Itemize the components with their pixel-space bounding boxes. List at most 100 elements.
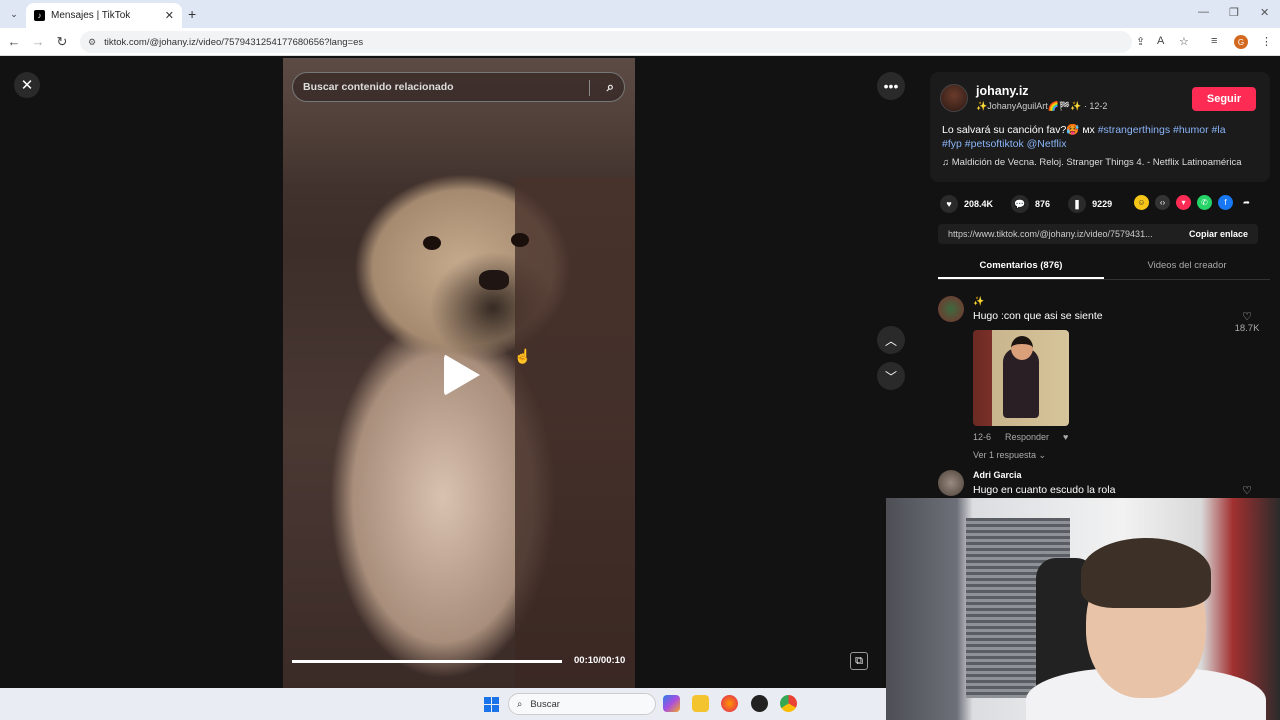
picture-in-picture-icon[interactable]: ⧉ bbox=[850, 652, 868, 670]
search-icon[interactable]: ⌕ bbox=[607, 79, 614, 95]
tab-comments[interactable]: Comentarios (876) bbox=[938, 256, 1104, 279]
tab-creator-videos[interactable]: Videos del creador bbox=[1104, 256, 1270, 279]
back-icon[interactable]: ← bbox=[6, 34, 22, 49]
follow-button[interactable]: Seguir bbox=[1192, 87, 1256, 111]
chrome-icon[interactable] bbox=[780, 695, 797, 712]
bookmark-star-icon[interactable]: ☆ bbox=[1179, 35, 1189, 48]
comment-icon[interactable]: 💬 bbox=[1011, 195, 1030, 213]
browser-toolbar: ← → ↻ ⚙ tiktok.com/@johany.iz/video/7579… bbox=[0, 28, 1280, 56]
window-close-icon[interactable]: ✕ bbox=[1260, 6, 1269, 19]
author-avatar[interactable] bbox=[940, 84, 968, 112]
comment-like[interactable]: ♡ 18.7K bbox=[1232, 310, 1262, 334]
comment-item: ✨ Hugo :con que asi se siente ♡ 18.7K 12… bbox=[938, 296, 1270, 466]
bookmark-icon[interactable]: ❚ bbox=[1068, 195, 1087, 213]
heart-icon[interactable]: ♥ bbox=[940, 195, 958, 213]
browser-menu-icon[interactable]: ⋮ bbox=[1261, 35, 1272, 48]
translate-icon[interactable]: A bbox=[1157, 35, 1164, 47]
search-divider bbox=[589, 80, 590, 96]
music-link[interactable]: ♫ Maldición de Vecna. Reloj. Stranger Th… bbox=[942, 157, 1242, 168]
comment-heart-icon[interactable]: ♡ bbox=[1232, 484, 1262, 497]
file-explorer-icon[interactable] bbox=[692, 695, 709, 712]
restore-icon[interactable]: ❐ bbox=[1229, 6, 1239, 19]
share-url: https://www.tiktok.com/@johany.iz/video/… bbox=[948, 229, 1153, 239]
video-description: Lo salvará su canción fav?🥵 ᴍx #stranger… bbox=[942, 123, 1262, 151]
dog-nose bbox=[479, 270, 509, 290]
gif-head bbox=[1011, 336, 1033, 360]
send-icon[interactable]: ▾ bbox=[1176, 195, 1191, 210]
save-stat[interactable]: ❚ 9229 bbox=[1068, 195, 1112, 213]
obs-icon[interactable] bbox=[751, 695, 768, 712]
windows-start-icon[interactable] bbox=[484, 697, 499, 712]
install-app-icon[interactable]: ⇪ bbox=[1136, 35, 1145, 48]
like-count: 208.4K bbox=[964, 199, 994, 209]
comment-date: 12-6 bbox=[973, 432, 992, 442]
copilot-icon[interactable] bbox=[663, 695, 680, 712]
description-text: Lo salvará su canción fav?🥵 ᴍx bbox=[942, 124, 1098, 136]
commenter-avatar[interactable] bbox=[938, 470, 964, 496]
taskbar-search-label: Buscar bbox=[530, 698, 560, 710]
comment-heart-icon[interactable]: ♡ bbox=[1232, 310, 1262, 323]
description-tags-line2[interactable]: #fyp #petsoftiktok @Netflix bbox=[942, 138, 1066, 150]
previous-video-button[interactable]: ︿ bbox=[877, 326, 905, 354]
author-subtitle: ✨JohanyAguilArt🌈🏁✨ · 12-2 bbox=[976, 101, 1108, 111]
video-progress-bar[interactable] bbox=[292, 660, 562, 663]
commenter-name[interactable]: ✨ bbox=[973, 296, 984, 307]
save-count: 9229 bbox=[1092, 199, 1113, 209]
comment-gif-image[interactable] bbox=[973, 330, 1069, 426]
reply-button[interactable]: Responder bbox=[1005, 432, 1049, 442]
creator-liked-icon: ♥ bbox=[1063, 432, 1069, 442]
browser-tabbar: ⌄ ♪ Mensajes | TikTok ✕ + — ❐ ✕ bbox=[0, 0, 1280, 28]
profile-avatar[interactable]: G bbox=[1234, 35, 1248, 49]
author-name[interactable]: johany.iz bbox=[976, 84, 1029, 98]
related-search-input[interactable]: Buscar contenido relacionado ⌕ bbox=[292, 72, 625, 102]
panel-tabs: Comentarios (876) Videos del creador bbox=[938, 256, 1270, 280]
close-video-button[interactable]: ✕ bbox=[14, 72, 40, 98]
view-replies-button[interactable]: Ver 1 respuesta ⌄ bbox=[973, 450, 1046, 461]
like-stat[interactable]: ♥ 208.4K bbox=[940, 195, 993, 213]
comment-like-count: 18.7K bbox=[1234, 323, 1260, 334]
windows-taskbar: ⌕ Buscar bbox=[0, 688, 886, 720]
comment-stat[interactable]: 💬 876 bbox=[1011, 195, 1050, 213]
tab-list-button[interactable]: ⌄ bbox=[6, 6, 22, 22]
dog-eye-left bbox=[423, 236, 441, 250]
tab-close-icon[interactable]: ✕ bbox=[165, 9, 174, 22]
address-bar[interactable]: ⚙ tiktok.com/@johany.iz/video/7579431254… bbox=[80, 31, 1132, 53]
webcam-person-hair bbox=[1081, 538, 1211, 608]
video-time: 00:10/00:10 bbox=[574, 655, 626, 666]
next-video-button[interactable]: ﹀ bbox=[877, 362, 905, 390]
browser-tab[interactable]: ♪ Mensajes | TikTok ✕ bbox=[26, 3, 182, 28]
embed-icon[interactable]: ‹› bbox=[1155, 195, 1170, 210]
reload-icon[interactable]: ↻ bbox=[54, 34, 70, 50]
share-arrow-icon[interactable]: ➦ bbox=[1239, 195, 1254, 210]
commenter-name[interactable]: Adri Garcia bbox=[973, 470, 1022, 480]
commenter-avatar[interactable] bbox=[938, 296, 964, 322]
facebook-icon[interactable]: f bbox=[1218, 195, 1233, 210]
video-wall bbox=[515, 178, 635, 688]
address-url: tiktok.com/@johany.iz/video/757943125417… bbox=[104, 36, 364, 48]
video-stage: ✕ Buscar contenido relacionado ⌕ ☝ 00:10… bbox=[0, 56, 918, 688]
copy-link-button[interactable]: Copiar enlace bbox=[1189, 229, 1258, 239]
tab-title: Mensajes | TikTok bbox=[51, 10, 131, 21]
related-search-placeholder: Buscar contenido relacionado bbox=[303, 81, 454, 93]
comment-like[interactable]: ♡ bbox=[1232, 484, 1262, 497]
description-tags-line1[interactable]: #strangerthings #humor #la bbox=[1098, 124, 1226, 136]
webcam-overlay bbox=[886, 498, 1280, 720]
taskbar-search[interactable]: ⌕ Buscar bbox=[508, 693, 656, 715]
reading-list-icon[interactable]: ≡ bbox=[1211, 35, 1217, 47]
new-tab-button[interactable]: + bbox=[188, 6, 196, 22]
gift-icon[interactable]: ☺ bbox=[1134, 195, 1149, 210]
minimize-icon[interactable]: — bbox=[1198, 6, 1209, 18]
play-icon[interactable] bbox=[444, 354, 480, 396]
comment-text: Hugo :con que asi se siente bbox=[973, 310, 1103, 322]
share-icons: ☺ ‹› ▾ ✆ f ➦ bbox=[1134, 195, 1260, 210]
firefox-icon[interactable] bbox=[721, 695, 738, 712]
whatsapp-icon[interactable]: ✆ bbox=[1197, 195, 1212, 210]
video-info-card: johany.iz ✨JohanyAguilArt🌈🏁✨ · 12-2 Segu… bbox=[930, 72, 1270, 182]
taskbar-search-icon: ⌕ bbox=[517, 698, 523, 710]
forward-icon[interactable]: → bbox=[30, 34, 46, 49]
comment-count: 876 bbox=[1035, 199, 1051, 209]
site-info-icon[interactable]: ⚙ bbox=[88, 37, 96, 48]
copy-link-row: https://www.tiktok.com/@johany.iz/video/… bbox=[938, 224, 1258, 244]
more-options-button[interactable]: ••• bbox=[877, 72, 905, 100]
comment-meta: 12-6 Responder ♥ bbox=[973, 432, 1082, 442]
